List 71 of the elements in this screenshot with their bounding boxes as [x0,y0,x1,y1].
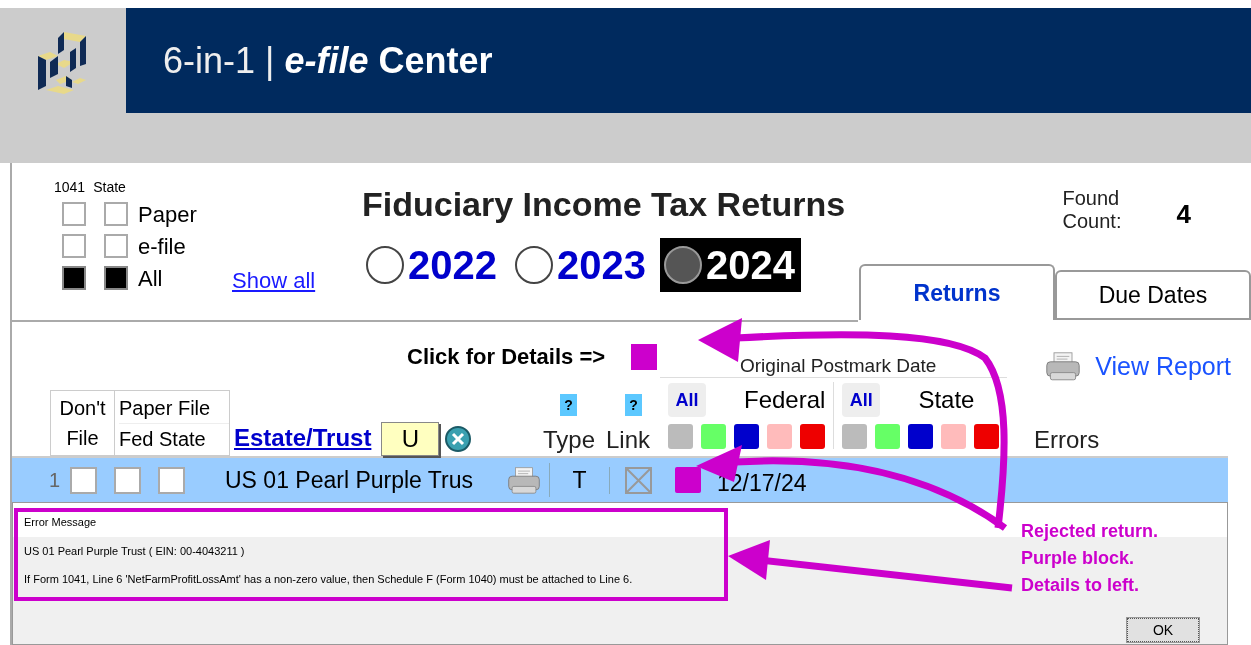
column-header: Paper File [119,393,229,424]
found-count-label: Found Count: [1062,187,1123,233]
all-button[interactable]: All [668,383,706,417]
details-prompt: Click for Details => [407,343,606,372]
status-swatch[interactable] [668,424,693,449]
status-swatch[interactable] [974,424,1000,449]
status-swatch[interactable] [734,424,759,449]
error-message: If Form 1041, Line 6 'NetFarmProfitLossAmt' has a non-zero value, then Schedule F (Form 1040) must be attached to Line 6. [24,572,634,587]
annotation-text: Rejected return. [1021,520,1159,543]
year-radio[interactable]: 2022 [362,238,503,292]
page-title: Fiduciary Income Tax Returns [362,184,846,225]
annotation-text: Purple block. [1021,547,1136,570]
help-icon[interactable]: ? [560,394,577,416]
status-swatch[interactable] [842,424,868,449]
view-report-link[interactable]: View Report [1095,348,1231,386]
checkbox[interactable] [104,234,128,258]
printer-icon[interactable] [1045,351,1082,383]
annotation-text: Details to left. [1021,574,1141,597]
column-header: Link [606,425,651,455]
checkbox[interactable] [62,234,86,258]
table-row[interactable]: 1 US 01 Pearl Purple Trus T 12/17/24 [12,456,1228,502]
checkbox[interactable] [62,202,86,226]
checkbox[interactable] [70,466,97,494]
details-marker[interactable] [631,343,658,370]
column-label: 1041 [54,178,86,197]
estate-trust-sort-link[interactable]: Estate/Trust [234,420,372,456]
status-swatch[interactable] [701,424,726,449]
status-swatch[interactable] [800,424,825,449]
show-all-link[interactable]: Show all [232,263,316,297]
clear-icon[interactable] [445,426,472,452]
error-header: Error Message [24,515,98,530]
column-header: Fed State [119,427,207,452]
status-swatch[interactable] [941,424,967,449]
checkbox[interactable] [114,466,141,494]
year-radio[interactable]: 2023 [511,238,652,292]
separator: | [265,38,275,83]
column-header: Errors [1034,425,1100,455]
found-count-value: 4 [1176,198,1191,231]
group-label: Federal [744,385,826,415]
filter-field[interactable]: U [381,422,440,456]
ok-button[interactable]: OK [1127,618,1199,642]
error-message: US 01 Pearl Purple Trust ( EIN: 00-4043211 ) [24,543,246,559]
column-label: State [93,178,126,197]
product-name: 6-in-1 [163,38,256,83]
printer-icon[interactable] [507,465,541,495]
app-title: e-file Center [284,38,493,83]
checkbox[interactable] [104,266,128,290]
year-radio[interactable]: 2024 [659,238,801,292]
checkbox[interactable] [62,266,86,290]
column-header: Don't File [51,391,115,455]
column-header: Type [543,425,596,455]
group-label: State [918,385,975,415]
table-cell-text: US 01 Pearl Purple Trus [225,465,474,495]
status-marker[interactable] [675,467,701,493]
filter-label: All [138,264,164,293]
filter-label: Paper [138,200,198,229]
tab[interactable]: Due Dates [1055,270,1251,320]
table-cell: T [549,462,609,498]
status-swatch[interactable] [908,424,934,449]
checkbox[interactable] [104,202,128,226]
filter-label: e-file [138,232,187,261]
status-swatch[interactable] [875,424,901,449]
checkbox[interactable] [158,466,185,494]
table-cell-text: 12/17/24 [717,468,807,498]
postmark-title: Original Postmark Date [740,354,937,378]
all-button[interactable]: All [842,383,881,417]
status-swatch[interactable] [767,424,792,449]
tab[interactable]: Returns [859,264,1055,320]
help-icon[interactable]: ? [625,394,642,416]
link-checkbox[interactable] [625,466,652,494]
row-number: 1 [47,468,61,493]
